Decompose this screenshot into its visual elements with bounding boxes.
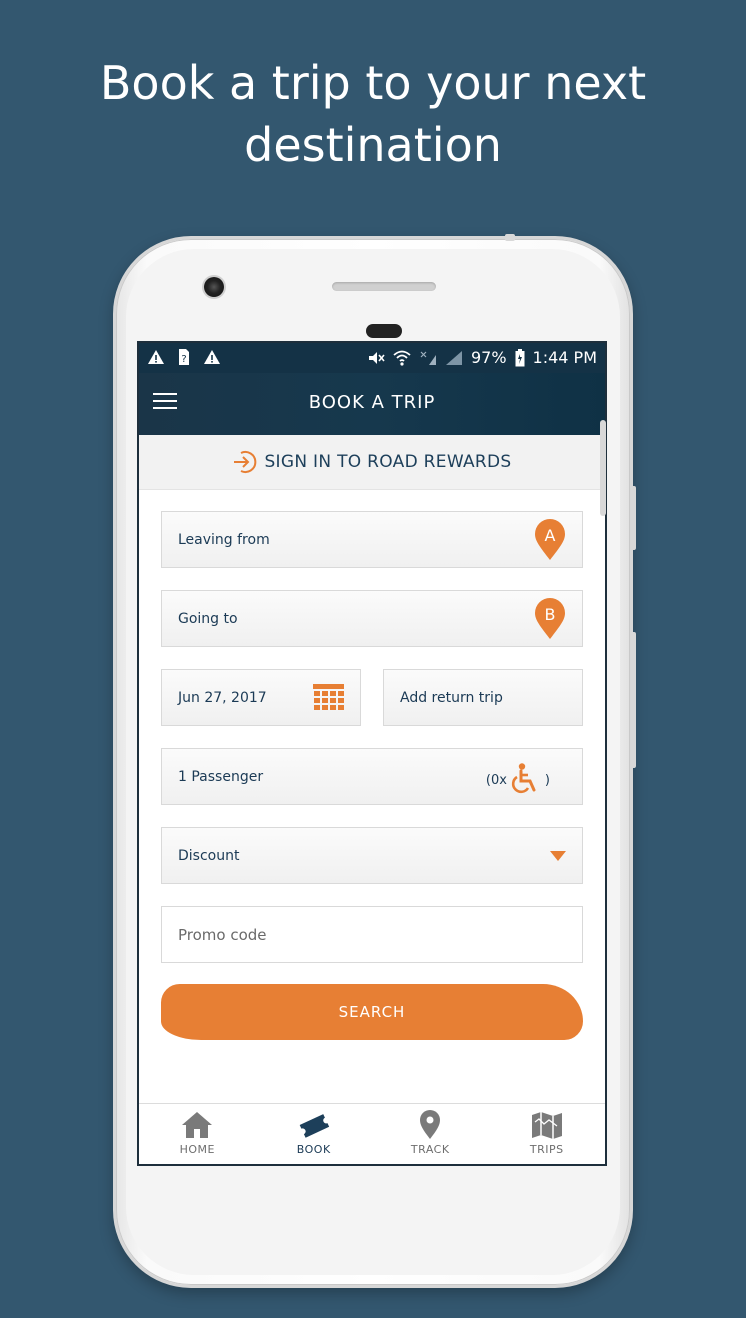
app-screen: ? 97% 1:44 PM BOOK A TRIP SIGN IN TO ROA… [137,341,607,1166]
nav-trips-label: TRIPS [529,1143,564,1156]
no-signal-icon [420,351,436,365]
mute-icon [368,351,385,364]
dropdown-arrow-icon [550,851,566,861]
clock: 1:44 PM [532,348,597,367]
warning-icon [148,350,164,364]
battery-percent: 97% [470,348,507,367]
wheelchair-count-suffix: ) [544,773,550,788]
passengers-field[interactable]: 1 Passenger (0x ) [161,748,583,805]
headline: Book a trip to your next destination [0,52,746,176]
sign-in-icon [234,451,257,473]
return-trip-label: Add return trip [400,690,503,706]
wheelchair-count-prefix: (0x [485,773,507,788]
battery-icon [515,348,525,366]
nav-home-label: HOME [179,1143,215,1156]
earpiece-speaker [332,282,436,291]
volume-button [631,632,636,768]
going-to-label: Going to [178,611,238,627]
nav-book[interactable]: BOOK [256,1104,373,1164]
discount-label: Discount [178,848,240,864]
sign-in-label: SIGN IN TO ROAD REWARDS [264,452,512,472]
going-to-field[interactable]: Going to B [161,590,583,647]
departure-date-value: Jun 27, 2017 [178,690,267,706]
nav-trips[interactable]: TRIPS [489,1104,606,1164]
wheelchair-icon [511,763,536,794]
scroll-indicator [600,420,606,516]
status-bar: ? 97% 1:44 PM [139,343,605,373]
top-button [505,234,515,241]
map-icon [531,1112,562,1139]
warning-icon [204,350,220,364]
app-bar: BOOK A TRIP [139,373,605,435]
home-icon [182,1112,213,1138]
departure-date-field[interactable]: Jun 27, 2017 [161,669,361,726]
nav-home[interactable]: HOME [139,1104,256,1164]
front-camera [204,277,224,297]
passengers-label: 1 Passenger [178,769,264,785]
ticket-icon [299,1114,329,1138]
nav-book-label: BOOK [296,1143,331,1156]
wifi-icon [393,350,411,366]
page-title: BOOK A TRIP [308,392,436,413]
discount-select[interactable]: Discount [161,827,583,884]
document-icon: ? [179,349,189,365]
headline-line-1: Book a trip to your next [99,56,647,110]
search-button[interactable]: SEARCH [161,984,583,1040]
add-return-trip-field[interactable]: Add return trip [383,669,583,726]
map-pin-a-icon: A [535,519,565,560]
bottom-nav: HOME BOOK TRACK TRIPS [139,1103,606,1164]
map-pin-b-icon: B [535,598,565,639]
promo-code-input[interactable]: Promo code [161,906,583,963]
nav-track-label: TRACK [410,1143,450,1156]
headline-line-2: destination [244,118,502,172]
cell-signal-icon [445,350,462,365]
sign-in-rewards-link[interactable]: SIGN IN TO ROAD REWARDS [139,435,605,490]
calendar-icon[interactable] [313,684,344,712]
power-button [631,486,636,550]
marker-b-label: B [545,605,556,624]
wheelchair-count[interactable]: (0x ) [486,763,550,795]
leaving-from-label: Leaving from [178,532,270,548]
location-pin-icon [420,1110,441,1139]
proximity-sensor [366,324,402,338]
promo-code-placeholder: Promo code [178,926,267,944]
leaving-from-field[interactable]: Leaving from A [161,511,583,568]
marker-a-label: A [545,526,556,545]
nav-track[interactable]: TRACK [372,1104,489,1164]
svg-text:?: ? [181,354,186,365]
